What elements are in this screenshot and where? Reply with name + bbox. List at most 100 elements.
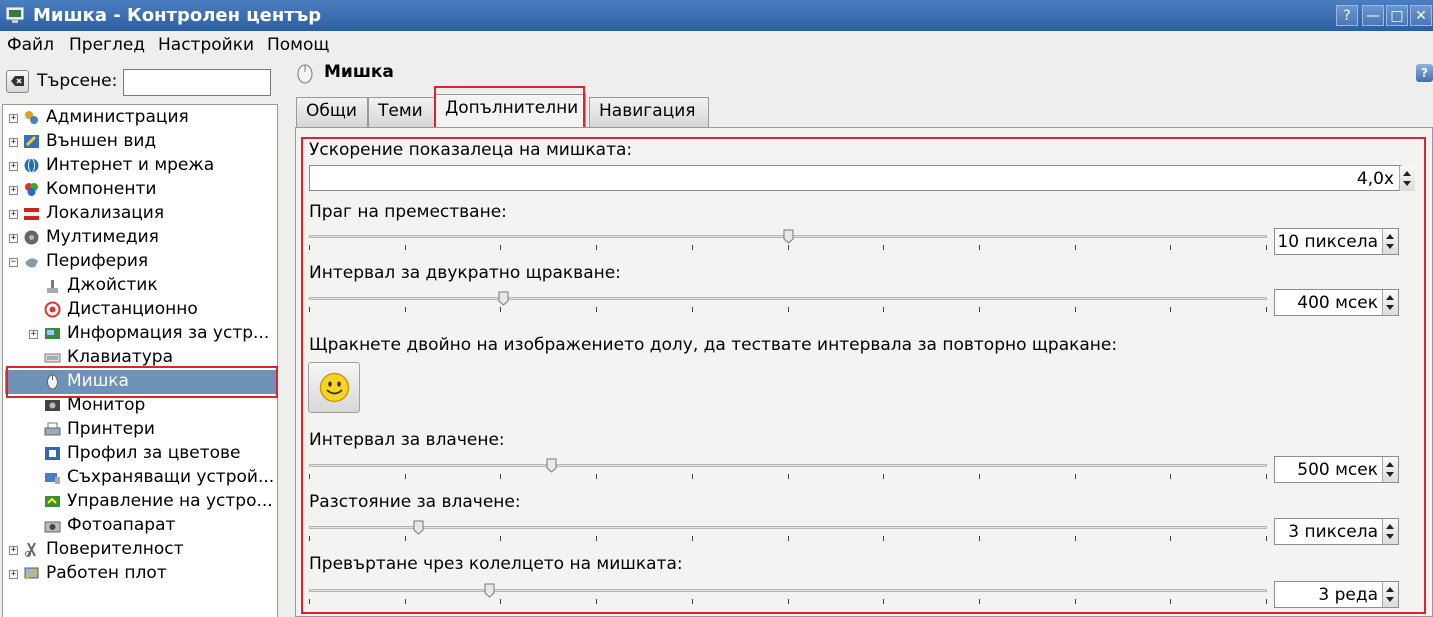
- slider-tick: [309, 245, 310, 250]
- tab-navigation[interactable]: Навигация: [589, 97, 709, 127]
- slider-tick: [979, 245, 980, 250]
- tree-item-mouse[interactable]: Мишка: [5, 370, 277, 394]
- privacy-icon: [25, 542, 36, 557]
- tab-advanced[interactable]: Допълнителни: [435, 94, 586, 129]
- menu-view[interactable]: Преглед: [69, 35, 145, 55]
- wheel-scroll-slider[interactable]: [309, 583, 1267, 604]
- tree-item-appearance[interactable]: + Външен вид: [3, 130, 277, 154]
- expand-icon[interactable]: +: [29, 330, 38, 339]
- slider-tick: [692, 307, 693, 312]
- tree-item-peripherals[interactable]: − Периферия: [3, 250, 277, 274]
- tree-item-label: Принтери: [67, 419, 155, 439]
- menu-help[interactable]: Помощ: [267, 35, 329, 55]
- tree-item-storage[interactable]: Съхраняващи устрой...: [3, 466, 277, 490]
- tree-item-monitor[interactable]: Монитор: [3, 394, 277, 418]
- slider-handle[interactable]: [498, 291, 509, 306]
- slider-tick: [309, 599, 310, 604]
- tree-item-device-info[interactable]: + Информация за устр...: [3, 322, 277, 346]
- slider-handle[interactable]: [783, 229, 794, 244]
- slider-handle[interactable]: [546, 458, 557, 473]
- maximize-button[interactable]: □: [1386, 5, 1408, 26]
- tree-item-printers[interactable]: Принтери: [3, 418, 277, 442]
- slider-handle[interactable]: [413, 520, 424, 535]
- expand-icon[interactable]: +: [9, 138, 18, 147]
- menu-file[interactable]: Файл: [7, 35, 54, 55]
- device-manager-icon: [45, 496, 60, 507]
- threshold-slider[interactable]: [309, 229, 1267, 250]
- menu-settings[interactable]: Настройки: [158, 35, 254, 55]
- tree-item-label: Външен вид: [46, 131, 157, 151]
- category-tree[interactable]: + Администрация + Външен вид + Интернет …: [2, 104, 278, 617]
- spin-arrows[interactable]: [1382, 290, 1398, 315]
- close-button[interactable]: ✕: [1410, 5, 1432, 26]
- tree-item-privacy[interactable]: + Поверителност: [3, 538, 277, 562]
- spin-arrows[interactable]: [1382, 519, 1398, 544]
- color-profile-icon: [45, 447, 60, 460]
- storage-icon: [45, 473, 60, 484]
- drag-time-spinbox[interactable]: 500 мсек: [1274, 456, 1399, 483]
- help-window-button[interactable]: ?: [1336, 5, 1358, 26]
- expand-icon[interactable]: +: [9, 162, 18, 171]
- slider-tick: [405, 245, 406, 250]
- tree-item-administration[interactable]: + Администрация: [3, 106, 277, 130]
- wheel-scroll-spinbox[interactable]: 3 реда: [1274, 581, 1399, 608]
- tree-item-label: Мултимедия: [46, 227, 159, 247]
- slider-track: [309, 297, 1267, 300]
- slider-tick: [500, 245, 501, 250]
- tab-themes[interactable]: Теми: [368, 97, 435, 127]
- tree-item-device-manager[interactable]: Управление на устро...: [3, 490, 277, 514]
- threshold-spinbox[interactable]: 10 пиксела: [1274, 228, 1399, 255]
- tree-item-components[interactable]: + Компоненти: [3, 178, 277, 202]
- slider-tick: [883, 245, 884, 250]
- tree-item-network[interactable]: + Интернет и мрежа: [3, 154, 277, 178]
- expand-icon[interactable]: +: [9, 234, 18, 243]
- drag-time-slider[interactable]: [309, 458, 1267, 479]
- tree-item-color-profile[interactable]: Профил за цветове: [3, 442, 277, 466]
- expand-icon[interactable]: +: [9, 114, 18, 123]
- wheel-scroll-value: 3 реда: [1318, 585, 1378, 605]
- acceleration-spin-arrows[interactable]: [1399, 166, 1415, 191]
- threshold-value: 10 пиксела: [1277, 232, 1378, 252]
- drag-time-label: Интервал за влачене:: [309, 430, 505, 450]
- slider-handle[interactable]: [484, 583, 495, 598]
- slider-tick: [309, 307, 310, 312]
- slider-tick: [1266, 474, 1267, 479]
- tab-general[interactable]: Общи: [296, 97, 368, 127]
- double-click-spinbox[interactable]: 400 мсек: [1274, 289, 1399, 316]
- localization-icon: [24, 208, 39, 220]
- drag-distance-slider[interactable]: [309, 520, 1267, 541]
- tree-item-joystick[interactable]: Джойстик: [3, 274, 277, 298]
- tree-item-label: Поверителност: [46, 539, 184, 559]
- tree-item-localization[interactable]: + Локализация: [3, 202, 277, 226]
- clear-search-button[interactable]: [6, 70, 29, 93]
- slider-tick: [788, 245, 789, 250]
- expand-icon[interactable]: +: [9, 210, 18, 219]
- slider-tick: [1075, 474, 1076, 479]
- control-center-icon: [6, 7, 24, 23]
- minimize-button[interactable]: —: [1362, 5, 1384, 26]
- double-click-slider[interactable]: [309, 291, 1267, 312]
- spin-arrows[interactable]: [1382, 457, 1398, 482]
- expand-icon[interactable]: +: [9, 546, 18, 555]
- slider-tick: [596, 599, 597, 604]
- collapse-icon[interactable]: −: [9, 258, 18, 267]
- search-input[interactable]: [123, 69, 271, 96]
- spin-arrows[interactable]: [1382, 582, 1398, 607]
- slider-tick: [309, 536, 310, 541]
- slider-tick: [692, 599, 693, 604]
- tree-item-multimedia[interactable]: + Мултимедия: [3, 226, 277, 250]
- slider-tick: [788, 599, 789, 604]
- acceleration-spinbox[interactable]: 4,0x: [309, 165, 1401, 191]
- tree-item-keyboard[interactable]: Клавиатура: [3, 346, 277, 370]
- expand-icon[interactable]: +: [9, 570, 18, 579]
- slider-tick: [1266, 599, 1267, 604]
- tree-item-camera[interactable]: Фотоапарат: [3, 514, 277, 538]
- drag-distance-spinbox[interactable]: 3 пиксела: [1274, 518, 1399, 545]
- expand-icon[interactable]: +: [9, 186, 18, 195]
- tree-item-desktop[interactable]: + Работен плот: [3, 562, 277, 586]
- help-icon[interactable]: ?: [1416, 64, 1433, 82]
- tree-item-label: Монитор: [67, 395, 146, 415]
- tree-item-remote[interactable]: Дистанционно: [3, 298, 277, 322]
- double-click-test-button[interactable]: [308, 362, 360, 413]
- spin-arrows[interactable]: [1382, 229, 1398, 254]
